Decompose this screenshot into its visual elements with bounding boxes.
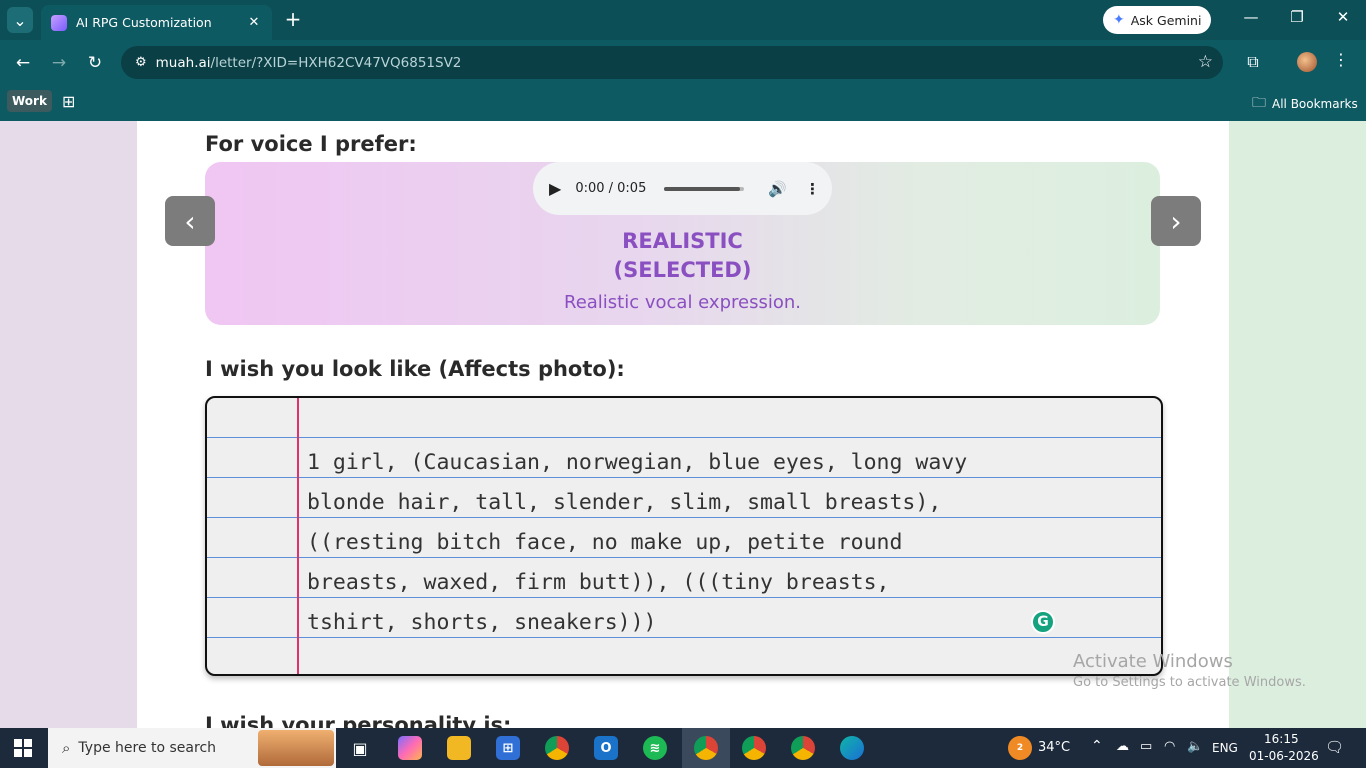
all-bookmarks-button[interactable]: 🗀 All Bookmarks <box>1252 92 1358 116</box>
bookmark-star-icon[interactable]: ☆ <box>1198 52 1213 72</box>
audio-more-icon[interactable]: ⋮ <box>805 180 820 198</box>
audio-player[interactable]: ▶ 0:00 / 0:05 🔊 ⋮ <box>533 162 832 215</box>
search-placeholder: Type here to search <box>78 740 217 756</box>
restore-icon[interactable]: ❐ <box>1285 8 1309 26</box>
taskbar: ⌕ Type here to search ▣ ⊞ O ≋ 2 34°C ⌃ ☁… <box>0 728 1366 768</box>
chevron-down-icon: ⌄ <box>13 10 27 30</box>
chevron-up-icon[interactable]: ⌃ <box>1091 738 1103 754</box>
tab-search-button[interactable]: ⌄ <box>7 7 33 33</box>
all-bookmarks-label: All Bookmarks <box>1272 97 1358 111</box>
ask-gemini-label: Ask Gemini <box>1130 12 1202 28</box>
chrome-profile-icon[interactable] <box>742 736 766 760</box>
voice-name-line2: (SELECTED) <box>613 258 752 282</box>
weather-badge: 2 <box>1016 743 1024 753</box>
grammarly-icon[interactable]: G <box>1031 610 1055 634</box>
voice-description: Realistic vocal expression. <box>564 292 801 313</box>
gemini-star-icon: ✦ <box>1113 12 1125 28</box>
audio-time: 0:00 / 0:05 <box>575 181 647 196</box>
chevron-right-icon[interactable]: › <box>1151 196 1201 246</box>
audio-progress-fill <box>664 186 741 191</box>
work-profile-chip[interactable]: Work <box>7 90 52 112</box>
language-indicator[interactable]: ENG <box>1212 741 1238 755</box>
voice-card: ▶ 0:00 / 0:05 🔊 ⋮ REALISTIC (SELECTED) R… <box>205 162 1160 325</box>
search-highlight-image <box>258 730 334 766</box>
windows-start-icon[interactable] <box>14 739 32 757</box>
left-gutter <box>0 121 137 728</box>
taskbar-search[interactable]: ⌕ Type here to search <box>48 728 336 768</box>
tab-title: AI RPG Customization <box>76 15 212 30</box>
back-icon[interactable]: ← <box>10 50 36 76</box>
tab-active[interactable]: AI RPG Customization ✕ <box>41 5 272 40</box>
voice-heading: For voice I prefer: <box>205 132 417 156</box>
look-text[interactable]: 1 girl, (Caucasian, norwegian, blue eyes… <box>307 443 1037 643</box>
volume-icon[interactable]: 🔊 <box>768 180 787 198</box>
extensions-icon[interactable]: ⧉ <box>1243 52 1263 72</box>
minimize-icon[interactable]: — <box>1239 8 1263 26</box>
personality-heading: I wish your personality is: <box>205 713 512 728</box>
voice-name: REALISTIC (SELECTED) <box>205 227 1160 285</box>
voice-name-line1: REALISTIC <box>622 229 743 253</box>
look-textarea[interactable]: 1 girl, (Caucasian, norwegian, blue eyes… <box>205 396 1163 676</box>
watermark-line1: Activate Windows <box>1073 651 1233 672</box>
weather-temp[interactable]: 34°C <box>1038 740 1070 755</box>
page-content: For voice I prefer: ▶ 0:00 / 0:05 🔊 ⋮ RE… <box>0 121 1366 728</box>
task-view-icon[interactable]: ▣ <box>348 736 372 760</box>
watermark-line2: Go to Settings to activate Windows. <box>1073 675 1306 690</box>
edge-icon[interactable] <box>840 736 864 760</box>
store-icon[interactable]: ⊞ <box>496 736 520 760</box>
apps-grid-icon[interactable]: ⊞ <box>62 92 75 111</box>
chrome-profile-icon[interactable] <box>694 736 718 760</box>
cloud-icon[interactable]: ☁ <box>1116 739 1129 754</box>
right-gutter <box>1229 121 1366 728</box>
activate-windows-watermark: Activate Windows Go to Settings to activ… <box>1073 651 1306 690</box>
outlook-icon[interactable]: O <box>594 736 618 760</box>
reload-icon[interactable]: ↻ <box>82 50 108 76</box>
site-info-icon[interactable]: ⚙ <box>135 55 147 70</box>
notification-icon[interactable]: 🗨 <box>1325 738 1344 756</box>
tab-favicon-icon <box>51 14 67 31</box>
close-icon[interactable]: ✕ <box>246 15 262 30</box>
address-bar[interactable]: ⚙ muah.ai/letter/?XID=HXH62CV47VQ6851SV2… <box>121 46 1223 79</box>
avatar[interactable] <box>1297 52 1317 72</box>
tab-bar: ⌄ AI RPG Customization ✕ + ✦ Ask Gemini … <box>0 0 1366 40</box>
browser-toolbar: ← → ↻ ⚙ muah.ai/letter/?XID=HXH62CV47VQ6… <box>0 40 1366 85</box>
close-window-icon[interactable]: ✕ <box>1331 8 1355 26</box>
speaker-icon[interactable]: 🔈 <box>1187 739 1203 754</box>
notepad-rule <box>207 437 1161 438</box>
wifi-icon[interactable]: ◠ <box>1164 739 1175 754</box>
clock-time[interactable]: 16:15 <box>1264 732 1299 746</box>
url-text: muah.ai/letter/?XID=HXH62CV47VQ6851SV2 <box>155 54 462 71</box>
bookmarks-bar: Work ⊞ 🗀 All Bookmarks <box>0 85 1366 121</box>
battery-icon[interactable]: ▭ <box>1140 739 1152 754</box>
more-icon[interactable]: ⋮ <box>1333 50 1349 69</box>
audio-progress-slider[interactable] <box>664 186 745 191</box>
chevron-left-icon[interactable]: ‹ <box>165 196 215 246</box>
folder-icon: 🗀 <box>1252 95 1266 111</box>
plus-icon[interactable]: + <box>282 9 304 31</box>
chrome-profile-icon[interactable] <box>791 736 815 760</box>
notepad-margin-line <box>297 398 299 674</box>
file-explorer-icon[interactable] <box>447 736 471 760</box>
ask-gemini-button[interactable]: ✦ Ask Gemini <box>1103 6 1211 34</box>
play-icon[interactable]: ▶ <box>549 179 561 198</box>
weather-icon[interactable]: 2 <box>1008 736 1032 760</box>
spotify-icon[interactable]: ≋ <box>643 736 667 760</box>
chrome-icon[interactable] <box>545 736 569 760</box>
copilot-icon[interactable] <box>398 736 422 760</box>
search-icon: ⌕ <box>62 739 71 757</box>
forward-icon[interactable]: → <box>46 50 72 76</box>
clock-date[interactable]: 01-06-2026 <box>1249 749 1319 763</box>
look-heading: I wish you look like (Affects photo): <box>205 357 625 381</box>
